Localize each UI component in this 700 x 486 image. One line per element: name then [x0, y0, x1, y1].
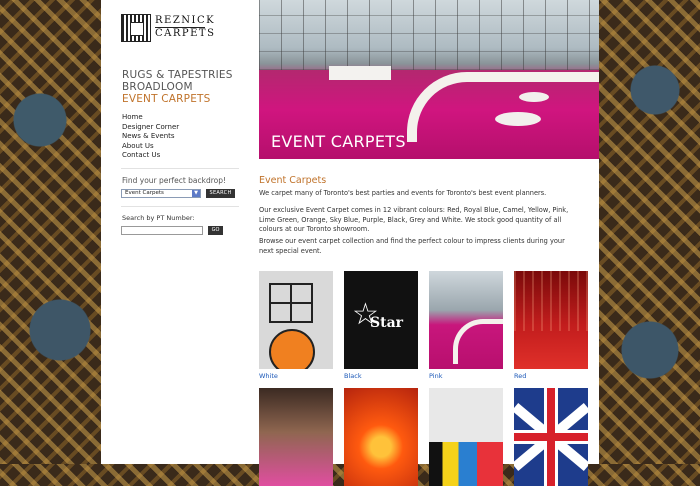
thumb-black[interactable]: ☆ Star Black	[344, 271, 418, 380]
flag-stripe	[514, 433, 588, 441]
category-event-carpets[interactable]: EVENT CARPETS	[122, 93, 233, 105]
thumb-flag-image	[514, 388, 588, 486]
thumb-pink-image	[429, 271, 503, 369]
pt-number-label: Search by PT Number:	[122, 214, 195, 222]
lights-graphic	[514, 271, 588, 331]
hero-table	[519, 92, 549, 102]
hero-banner: EVENT CARPETS	[259, 0, 599, 159]
site-nav: Home Designer Corner News & Events About…	[122, 113, 179, 161]
thumb-caption[interactable]: Red	[514, 372, 588, 380]
page-heading: Event Carpets	[259, 175, 327, 186]
search-button[interactable]: SEARCH	[206, 189, 235, 198]
thumb-stripes[interactable]	[429, 388, 503, 486]
rest-area-graphic	[269, 329, 315, 369]
page-panel: REZNICK CARPETS RUGS & TAPESTRIES BROADL…	[101, 0, 599, 486]
logo-line2: CARPETS	[155, 28, 216, 39]
intro-paragraph: We carpet many of Toronto's best parties…	[259, 189, 547, 197]
thumb-pink[interactable]: Pink	[429, 271, 503, 380]
nav-home[interactable]: Home	[122, 113, 179, 123]
backdrop-label: Find your perfect backdrop!	[122, 176, 227, 185]
nav-designer-corner[interactable]: Designer Corner	[122, 123, 179, 133]
hero-glass-roof	[259, 0, 599, 70]
nav-about-us[interactable]: About Us	[122, 142, 179, 152]
thumb-caption[interactable]: Pink	[429, 372, 503, 380]
sofa-graphic	[453, 319, 503, 364]
thumb-hall-image	[259, 388, 333, 486]
category-rugs-tapestries[interactable]: RUGS & TAPESTRIES	[122, 69, 233, 81]
divider	[121, 168, 239, 169]
colours-paragraph: Our exclusive Event Carpet comes in 12 v…	[259, 206, 569, 234]
reznick-carpets-logo[interactable]: REZNICK CARPETS	[121, 14, 214, 42]
go-button[interactable]: GO	[208, 226, 223, 235]
star-word: Star	[370, 315, 404, 331]
category-broadloom[interactable]: BROADLOOM	[122, 81, 233, 93]
thumb-hall[interactable]	[259, 388, 333, 486]
backdrop-select[interactable]: Event Carpets ▼	[121, 189, 201, 198]
hopscotch-graphic	[269, 283, 313, 323]
thumb-flag[interactable]	[514, 388, 588, 486]
backdrop-select-value: Event Carpets	[125, 190, 164, 196]
thumb-red-image	[514, 271, 588, 369]
thumb-red[interactable]: Red	[514, 271, 588, 380]
thumb-caption[interactable]: Black	[344, 372, 418, 380]
thumb-white[interactable]: White	[259, 271, 333, 380]
thumb-orange[interactable]	[344, 388, 418, 486]
logo-line1: REZNICK	[155, 15, 216, 26]
hero-bar	[329, 66, 391, 80]
hero-sofa	[407, 72, 599, 142]
thumb-white-image	[259, 271, 333, 369]
browse-paragraph: Browse our event carpet collection and f…	[259, 237, 565, 255]
thumb-caption[interactable]: White	[259, 372, 333, 380]
thumb-black-image: ☆ Star	[344, 271, 418, 369]
logo-emblem-icon	[121, 14, 151, 42]
hero-title: EVENT CARPETS	[271, 132, 406, 151]
category-menu: RUGS & TAPESTRIES BROADLOOM EVENT CARPET…	[122, 69, 233, 105]
thumb-orange-image	[344, 388, 418, 486]
sidebar: REZNICK CARPETS RUGS & TAPESTRIES BROADL…	[101, 0, 259, 464]
nav-contact-us[interactable]: Contact Us	[122, 151, 179, 161]
pt-number-input[interactable]	[121, 226, 203, 235]
thumb-stripes-image	[429, 388, 503, 486]
nav-news-events[interactable]: News & Events	[122, 132, 179, 142]
hero-table	[495, 112, 541, 126]
divider	[121, 206, 239, 207]
chevron-down-icon: ▼	[192, 190, 200, 197]
